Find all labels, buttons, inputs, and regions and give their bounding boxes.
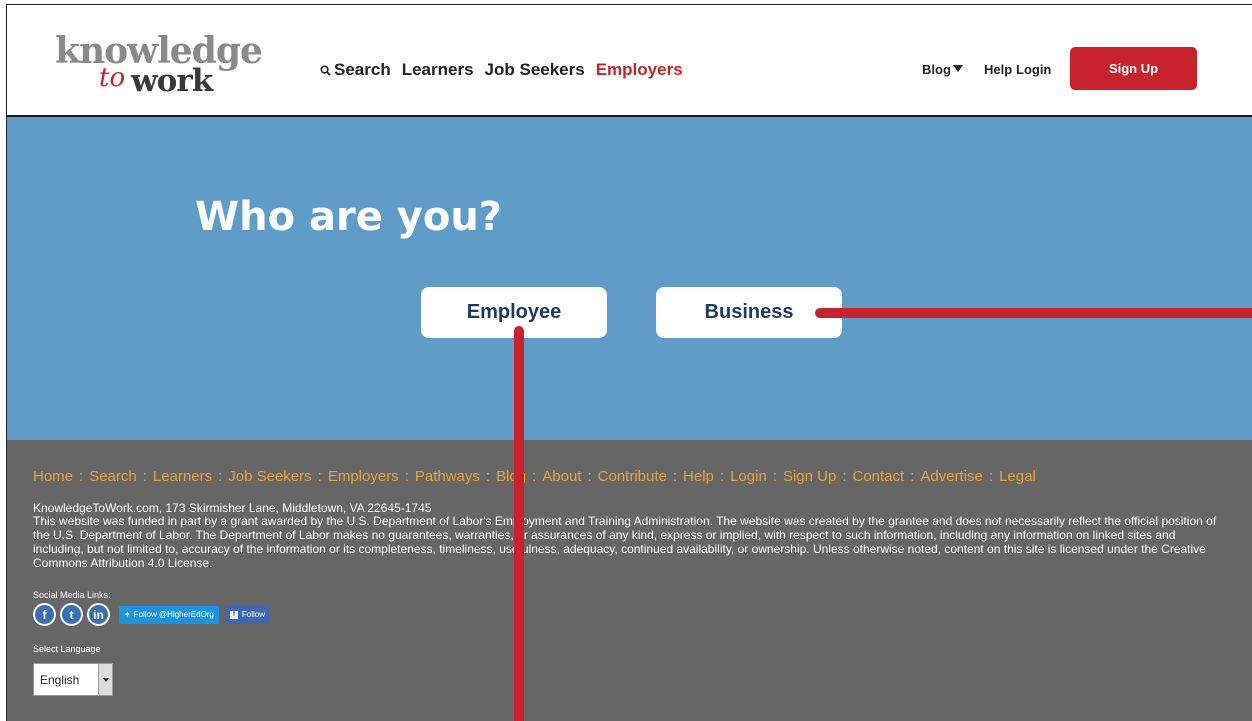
chevron-down-icon (98, 664, 112, 695)
footer-link-separator: : (404, 468, 409, 485)
twitter-follow-label: Follow @HigherEdOrg (133, 610, 214, 619)
footer-link[interactable]: Job Seekers (228, 468, 311, 485)
footer-link[interactable]: Sign Up (783, 468, 836, 485)
site-logo[interactable]: knowledge to work (55, 33, 265, 97)
facebook-follow-button[interactable]: f Follow (224, 605, 270, 624)
nav-search[interactable]: Search (320, 60, 391, 80)
site-footer: Home: Search: Learners: Job Seekers: Employe… (7, 440, 1252, 721)
footer-link-separator: : (672, 468, 678, 485)
footer-link[interactable]: Employers (328, 468, 399, 485)
page-frame: knowledge to work Search Learners Job Se… (6, 4, 1252, 721)
logo-work-text: work (131, 63, 213, 99)
footer-link[interactable]: Learners (153, 468, 212, 485)
footer-link-separator: : (910, 468, 915, 485)
nav-help[interactable]: Help (984, 62, 1012, 77)
nav-blog[interactable]: Blog (922, 62, 963, 77)
footer-link[interactable]: About (542, 468, 581, 485)
hero-title: Who are you? (195, 194, 503, 240)
signup-button[interactable]: Sign Up (1070, 47, 1197, 90)
twitter-bird-icon: ✦ (124, 610, 131, 619)
caret-down-icon (952, 65, 963, 72)
footer-link-separator: : (842, 468, 847, 485)
nav-login[interactable]: Login (1016, 62, 1051, 77)
footer-links: Home: Search: Learners: Job Seekers: Employe… (33, 468, 1036, 485)
footer-link[interactable]: Search (89, 468, 137, 485)
linkedin-icon[interactable]: in (87, 603, 110, 626)
nav-blog-label: Blog (922, 62, 951, 77)
language-value: English (40, 672, 80, 687)
search-icon (320, 64, 331, 76)
language-select[interactable]: English (33, 663, 113, 696)
footer-link[interactable]: Contact (853, 468, 905, 485)
footer-link[interactable]: Advertise (920, 468, 983, 485)
footer-link-separator: : (988, 468, 994, 485)
footer-link[interactable]: Help (683, 468, 714, 485)
footer-link-separator: : (79, 468, 84, 485)
twitter-follow-button[interactable]: ✦ Follow @HigherEdOrg (119, 605, 219, 624)
nav-job-seekers[interactable]: Job Seekers (485, 60, 585, 80)
footer-link[interactable]: Legal (999, 468, 1036, 485)
footer-link[interactable]: Home (33, 468, 73, 485)
twitter-icon[interactable]: t (60, 603, 83, 626)
footer-link-separator: : (772, 468, 777, 485)
hero-section: Who are you? Employee Business (7, 117, 1252, 440)
footer-address: KnowledgeToWork.com, 173 Skirmisher Lane… (33, 501, 432, 515)
nav-search-label: Search (334, 60, 391, 79)
footer-link-separator: : (485, 468, 491, 485)
facebook-icon[interactable]: f (33, 603, 56, 626)
language-label: Select Language (33, 644, 101, 654)
footer-link[interactable]: Login (730, 468, 767, 485)
nav-employers[interactable]: Employers (596, 60, 683, 80)
red-annotation-line-horizontal (815, 308, 1252, 318)
footer-link-separator: : (719, 468, 725, 485)
social-icons: f t in ✦ Follow @HigherEdOrg f Follow (33, 603, 270, 626)
footer-link-separator: : (317, 468, 322, 485)
footer-link-separator: : (142, 468, 147, 485)
footer-link[interactable]: Contribute (598, 468, 667, 485)
site-header: knowledge to work Search Learners Job Se… (7, 5, 1252, 117)
footer-link-separator: : (587, 468, 592, 485)
footer-disclaimer: This website was funded in part by a gra… (33, 514, 1217, 570)
facebook-follow-label: Follow (241, 610, 265, 619)
social-media-label: Social Media Links: (33, 590, 111, 600)
logo-to-text: to (99, 63, 126, 93)
footer-link-separator: : (532, 468, 537, 485)
footer-link[interactable]: Pathways (415, 468, 480, 485)
facebook-small-icon: f (229, 610, 238, 619)
footer-link-separator: : (218, 468, 223, 485)
main-nav: Search Learners Job Seekers Employers (320, 60, 694, 80)
nav-learners[interactable]: Learners (402, 60, 474, 80)
red-annotation-line-vertical (514, 326, 524, 721)
